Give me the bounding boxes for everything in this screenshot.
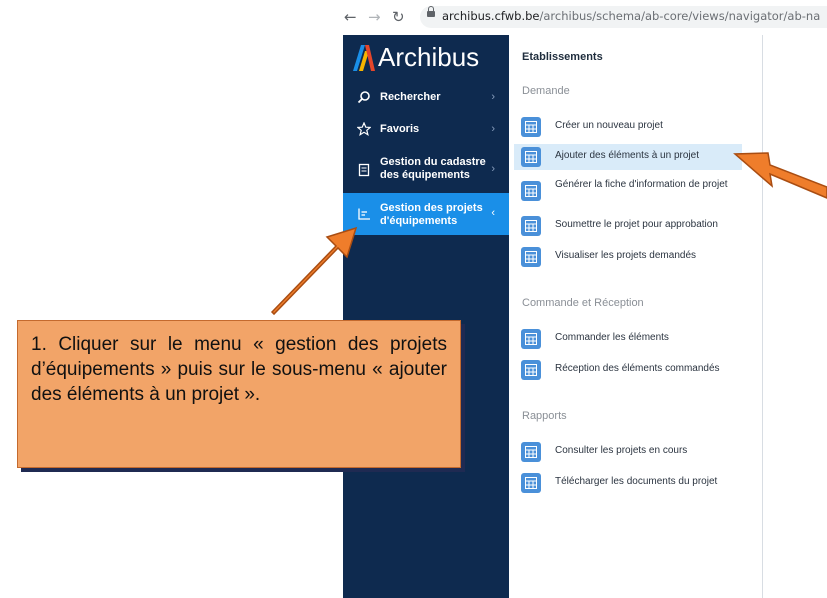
arrow-up-right-icon: [270, 226, 358, 316]
instruction-callout: 1. Cliquer sur le menu « gestion des pro…: [17, 320, 461, 468]
arrow-left-icon: [733, 152, 827, 199]
annotation-arrows: [270, 152, 827, 316]
instruction-text: 1. Cliquer sur le menu « gestion des pro…: [31, 334, 447, 405]
